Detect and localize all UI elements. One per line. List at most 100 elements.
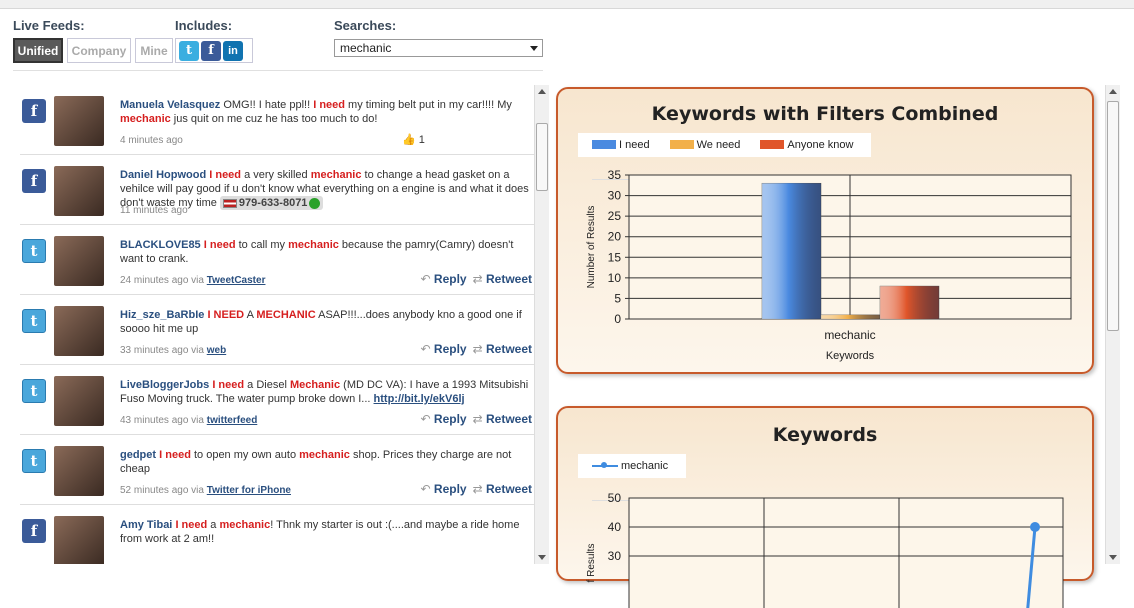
avatar[interactable] <box>54 306 104 356</box>
y-tick-label: 40 <box>608 520 622 534</box>
reply-button[interactable]: ↶ Reply <box>421 342 467 356</box>
phone-number[interactable]: 979-633-8071 <box>219 196 324 210</box>
post-meta: 4 minutes ago <box>120 135 183 146</box>
scroll-thumb[interactable] <box>536 123 548 191</box>
network-includes: t f in <box>175 38 253 63</box>
scroll-down-icon[interactable] <box>1109 555 1117 560</box>
author-name[interactable]: Amy Tibai <box>120 519 172 531</box>
keyword-highlight: I need <box>313 99 345 111</box>
like-count[interactable]: 👍 1 <box>402 133 425 146</box>
charts-scrollbar[interactable] <box>1105 85 1120 564</box>
reply-button[interactable]: ↶ Reply <box>421 412 467 426</box>
facebook-icon[interactable]: f <box>22 99 46 123</box>
reply-button[interactable]: ↶ Reply <box>421 272 467 286</box>
feed-item: f Daniel Hopwood I need a very skilled me… <box>20 155 534 225</box>
author-name[interactable]: Hiz_sze_BaRbIe <box>120 309 204 321</box>
feed-item: t LiveBloggerJobs I need a Diesel Mechani… <box>20 365 534 435</box>
search-select-value: mechanic <box>340 41 392 55</box>
avatar[interactable] <box>54 236 104 286</box>
feed-item: f Manuela Velasquez OMG!! I hate ppl!! I … <box>20 85 534 155</box>
search-select[interactable]: mechanic <box>334 39 543 57</box>
avatar[interactable] <box>54 516 104 564</box>
retweet-icon: ⇄ <box>472 272 486 286</box>
retweet-label: Retweet <box>485 412 532 426</box>
post-link[interactable]: http://bit.ly/ekV6lj <box>374 393 465 405</box>
reply-label: Reply <box>433 342 467 356</box>
post-text-fragment: to call my <box>235 239 289 251</box>
author-name[interactable]: gedpet <box>120 449 156 461</box>
reply-icon: ↶ <box>420 482 434 496</box>
scroll-down-icon[interactable] <box>538 555 546 560</box>
author-name[interactable]: BLACKLOVE85 <box>120 239 201 251</box>
avatar[interactable] <box>54 166 104 216</box>
facebook-icon[interactable]: f <box>22 519 46 543</box>
post-text: Daniel Hopwood I need a very skilled mec… <box>120 168 532 210</box>
reply-button[interactable]: ↶ Reply <box>421 482 467 496</box>
twitter-icon[interactable]: t <box>22 309 46 333</box>
avatar[interactable] <box>54 446 104 496</box>
post-time: 33 minutes ago <box>120 345 189 356</box>
plot-area <box>628 497 1064 608</box>
reply-label: Reply <box>433 412 467 426</box>
y-tick-label: 5 <box>614 291 621 305</box>
facebook-icon[interactable]: f <box>201 40 221 61</box>
keyword-highlight: mechanic <box>120 113 171 125</box>
company-button[interactable]: Company <box>67 38 131 63</box>
post-text: LiveBloggerJobs I need a Diesel Mechanic… <box>120 378 532 406</box>
post-text-fragment: OMG!! I hate ppl!! <box>223 99 314 111</box>
avatar[interactable] <box>54 96 104 146</box>
twitter-icon[interactable]: t <box>22 239 46 263</box>
avatar[interactable] <box>54 376 104 426</box>
twitter-icon[interactable]: t <box>22 379 46 403</box>
post-actions: ↶ Reply ⇄ Retweet <box>421 342 532 356</box>
twitter-icon[interactable]: t <box>179 40 199 61</box>
post-time: 4 minutes ago <box>120 135 183 146</box>
post-source-link[interactable]: Twitter for iPhone <box>207 485 291 496</box>
post-actions: ↶ Reply ⇄ Retweet <box>421 272 532 286</box>
y-tick-label: 50 <box>608 491 622 505</box>
unified-button[interactable]: Unified <box>13 38 63 63</box>
linkedin-icon[interactable]: in <box>223 40 243 61</box>
mine-button[interactable]: Mine <box>135 38 173 63</box>
post-source-link[interactable]: TweetCaster <box>207 275 266 286</box>
via-label: via <box>188 415 207 426</box>
retweet-label: Retweet <box>485 342 532 356</box>
retweet-button[interactable]: ⇄ Retweet <box>473 482 532 496</box>
chevron-down-icon <box>530 46 538 51</box>
y-tick-label: 15 <box>608 250 622 264</box>
retweet-button[interactable]: ⇄ Retweet <box>473 412 532 426</box>
y-axis-label: f Results <box>586 544 597 583</box>
post-meta: 24 minutes ago via TweetCaster <box>120 275 265 286</box>
keyword-highlight: I need <box>175 519 208 531</box>
phone-number-text: 979-633-8071 <box>238 197 308 209</box>
live-feed-list: f Manuela Velasquez OMG!! I hate ppl!! I … <box>14 85 534 564</box>
y-tick-label: 10 <box>608 271 622 285</box>
keyword-highlight: I NEED <box>207 309 245 321</box>
call-icon[interactable] <box>309 197 321 209</box>
post-source-link[interactable]: twitterfeed <box>207 415 258 426</box>
keyword-highlight: mechanic <box>299 449 350 461</box>
feed-scrollbar[interactable] <box>534 85 549 564</box>
twitter-icon[interactable]: t <box>22 449 46 473</box>
facebook-icon[interactable]: f <box>22 169 46 193</box>
like-count-text: 1 <box>418 134 425 146</box>
scroll-up-icon[interactable] <box>538 89 546 94</box>
retweet-button[interactable]: ⇄ Retweet <box>473 342 532 356</box>
author-name[interactable]: Manuela Velasquez <box>120 99 220 111</box>
y-tick-label: 25 <box>608 209 622 223</box>
x-tick-label: mechanic <box>824 328 875 342</box>
data-point-mechanic <box>1030 522 1040 532</box>
retweet-icon: ⇄ <box>472 342 486 356</box>
filter-divider <box>13 70 543 71</box>
author-name[interactable]: Daniel Hopwood <box>120 169 206 181</box>
author-name[interactable]: LiveBloggerJobs <box>120 379 209 391</box>
post-text-fragment: my timing belt put in my car!!!! My <box>345 99 512 111</box>
post-text-fragment: A <box>244 309 257 321</box>
post-time: 43 minutes ago <box>120 415 189 426</box>
post-source-link[interactable]: web <box>207 345 226 356</box>
scroll-up-icon[interactable] <box>1109 89 1117 94</box>
scroll-thumb[interactable] <box>1107 101 1119 331</box>
post-time: 24 minutes ago <box>120 275 189 286</box>
post-text-fragment: a Diesel <box>244 379 290 391</box>
retweet-button[interactable]: ⇄ Retweet <box>473 272 532 286</box>
